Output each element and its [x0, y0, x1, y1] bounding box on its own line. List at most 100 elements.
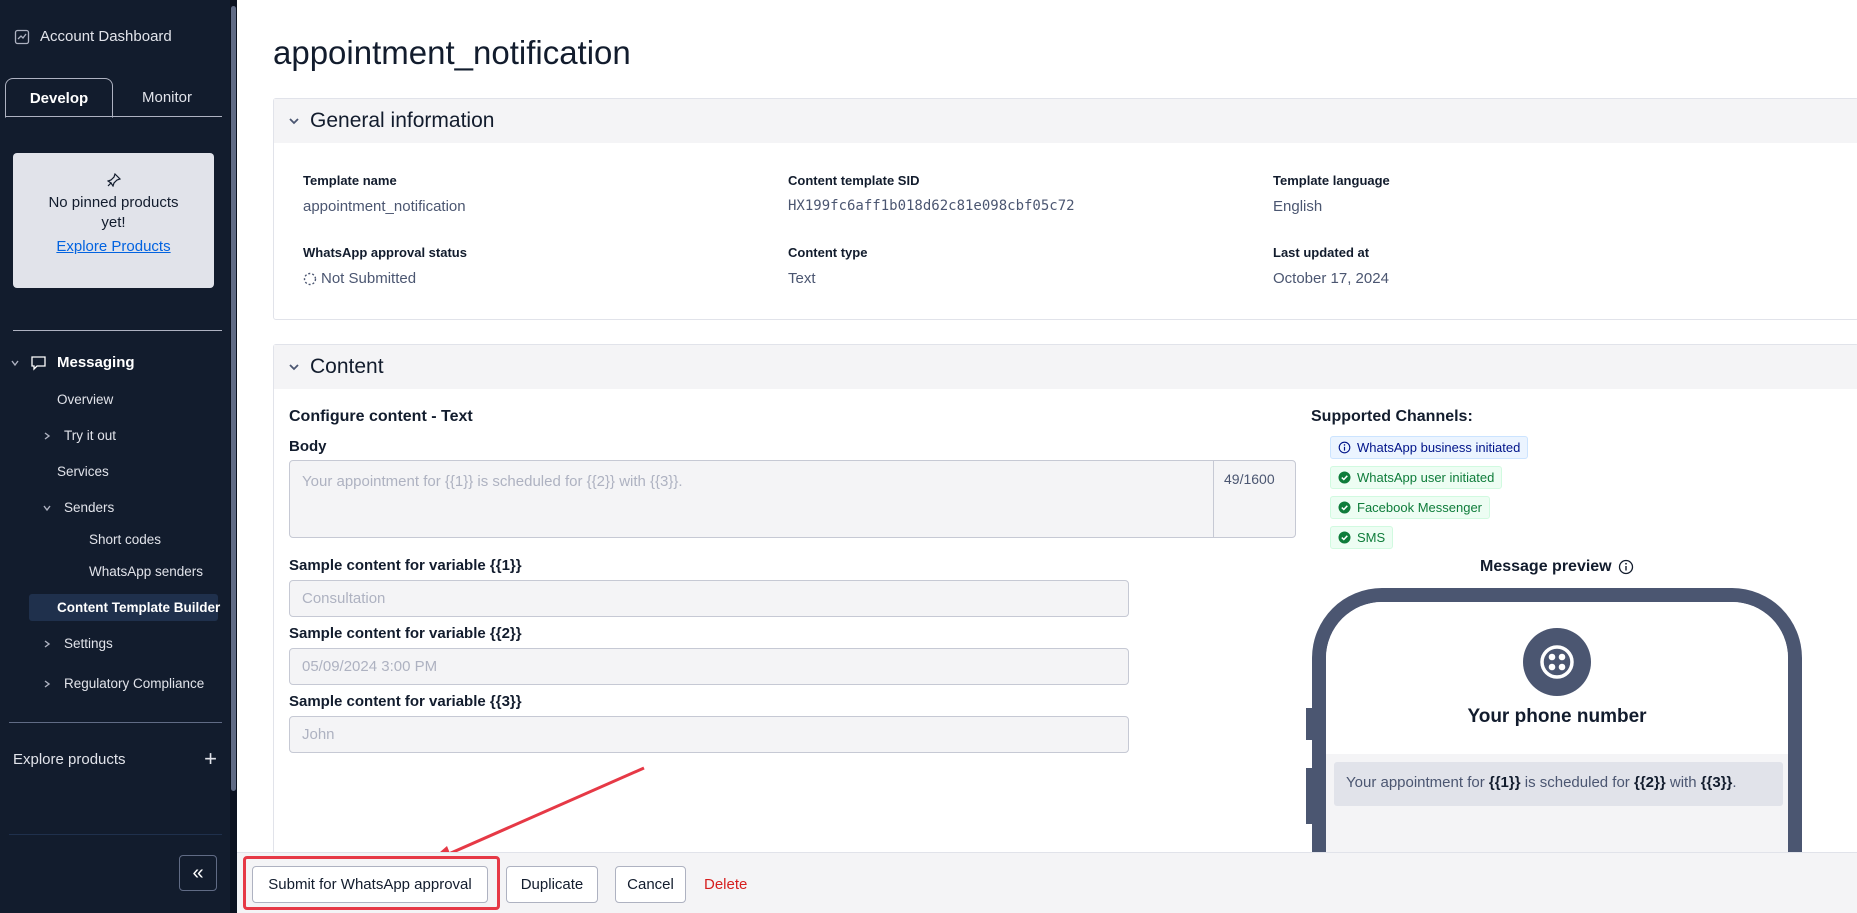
sidebar-item-short-codes[interactable]: Short codes	[89, 532, 161, 547]
sidebar-item-settings[interactable]: Settings	[42, 636, 113, 651]
info-icon[interactable]	[1618, 559, 1634, 575]
main-content: appointment_notification General informa…	[237, 0, 1857, 913]
check-circle-icon	[1338, 531, 1351, 544]
channel-badge-facebook-messenger: Facebook Messenger	[1330, 496, 1491, 519]
body-label: Body	[289, 438, 327, 455]
message-text: is scheduled for	[1520, 774, 1634, 791]
sidebar-scrollbar[interactable]	[230, 0, 237, 913]
variable-3-label: Sample content for variable {{3}}	[289, 693, 522, 710]
twilio-logo-icon	[1523, 628, 1591, 696]
sidebar-item-whatsapp-senders[interactable]: WhatsApp senders	[89, 564, 203, 579]
sidebar-divider	[13, 330, 222, 331]
sidebar-item-content-template-builder[interactable]: Content Template Builder	[57, 600, 220, 615]
chevron-right-icon	[44, 679, 51, 688]
variable-1-input[interactable]: Consultation	[289, 580, 1129, 617]
sidebar: Account Dashboard Develop Monitor No pin…	[0, 0, 237, 913]
cancel-button[interactable]: Cancel	[615, 866, 686, 903]
sidebar-item-label: Senders	[64, 500, 115, 515]
page-title: appointment_notification	[273, 34, 631, 71]
content-header[interactable]: Content	[274, 345, 1857, 389]
channel-badge-whatsapp-business: WhatsApp business initiated	[1330, 436, 1529, 459]
pinned-empty-text-1: No pinned products	[48, 194, 179, 211]
message-preview-title: Message preview	[1480, 558, 1634, 576]
content-type-field: Content type Text	[788, 245, 867, 287]
variable-1-label: Sample content for variable {{1}}	[289, 557, 522, 574]
account-dashboard-link[interactable]: Account Dashboard	[14, 28, 172, 45]
variable-3-input[interactable]: John	[289, 716, 1129, 753]
channel-badge-label: WhatsApp business initiated	[1357, 440, 1521, 455]
check-circle-icon	[1338, 501, 1351, 514]
template-name-value: appointment_notification	[303, 198, 466, 215]
check-circle-icon	[1338, 471, 1351, 484]
highlight-box	[243, 856, 500, 910]
content-sid-label: Content template SID	[788, 173, 920, 188]
body-textarea[interactable]: Your appointment for {{1}} is scheduled …	[289, 460, 1296, 538]
message-text: .	[1732, 774, 1737, 791]
chevron-down-icon	[289, 364, 299, 371]
general-information-heading: General information	[310, 109, 495, 132]
supported-channels-title: Supported Channels:	[1311, 408, 1473, 425]
phone-number-label: Your phone number	[1467, 706, 1647, 727]
approval-status-field: WhatsApp approval status Not Submitted	[303, 245, 467, 287]
approval-status-value-row: Not Submitted	[303, 270, 467, 287]
approval-status-label: WhatsApp approval status	[303, 245, 467, 260]
template-language-value: English	[1273, 198, 1323, 215]
template-name-field: Template name appointment_notification	[303, 173, 466, 215]
explore-products-label: Explore products	[13, 750, 126, 768]
content-sid-value: HX199fc6aff1b018d62c81e098cbf05c72	[788, 198, 1075, 214]
sidebar-item-senders[interactable]: Senders	[42, 500, 114, 515]
chevron-right-icon	[44, 639, 51, 648]
template-language-label: Template language	[1273, 173, 1390, 188]
variable-2-label: Sample content for variable {{2}}	[289, 625, 522, 642]
template-language-field: Template language English	[1273, 173, 1390, 215]
channel-badge-label: WhatsApp user initiated	[1357, 470, 1495, 485]
explore-products-link[interactable]: Explore Products	[13, 237, 214, 257]
scrollbar-thumb[interactable]	[231, 6, 236, 791]
body-char-count: 49/1600	[1213, 461, 1295, 537]
message-preview-label: Message preview	[1480, 558, 1612, 575]
message-text: Your appointment for	[1346, 774, 1489, 791]
duplicate-button[interactable]: Duplicate	[506, 866, 598, 903]
plus-icon[interactable]: +	[204, 746, 217, 772]
collapse-sidebar-button[interactable]: «	[179, 855, 217, 891]
sidebar-item-try-it-out[interactable]: Try it out	[42, 428, 116, 443]
sidebar-divider	[9, 834, 222, 835]
pending-status-icon	[303, 272, 317, 285]
sidebar-item-label: Regulatory Compliance	[64, 676, 205, 691]
sidebar-item-label: Settings	[64, 636, 113, 651]
general-information-card: General information Template name appoin…	[273, 98, 1857, 320]
variable-2-input[interactable]: 05/09/2024 3:00 PM	[289, 648, 1129, 685]
delete-button[interactable]: Delete	[704, 866, 747, 903]
sidebar-item-label: Try it out	[64, 428, 117, 443]
template-name-label: Template name	[303, 173, 397, 188]
content-type-value: Text	[788, 270, 816, 287]
last-updated-field: Last updated at October 17, 2024	[1273, 245, 1389, 287]
message-variable-2: {{2}}	[1633, 774, 1666, 791]
message-variable-1: {{1}}	[1488, 774, 1521, 791]
chevron-down-icon	[43, 505, 51, 511]
general-information-header[interactable]: General information	[274, 99, 1857, 143]
phone-preview: Your phone number Your appointment for {…	[1312, 588, 1802, 888]
message-text: with	[1665, 774, 1701, 791]
channel-badge-label: SMS	[1357, 530, 1386, 545]
pinned-empty-text-2: yet!	[101, 214, 126, 231]
sidebar-item-regulatory-compliance[interactable]: Regulatory Compliance	[42, 676, 204, 691]
phone-header: Your phone number	[1326, 602, 1788, 754]
sidebar-item-services[interactable]: Services	[57, 464, 109, 479]
tab-develop[interactable]: Develop	[5, 78, 113, 118]
sidebar-item-messaging[interactable]: Messaging	[10, 354, 135, 371]
sidebar-item-overview[interactable]: Overview	[57, 392, 113, 407]
chevron-down-icon	[11, 360, 19, 366]
configure-content-title: Configure content - Text	[289, 408, 473, 425]
last-updated-label: Last updated at	[1273, 245, 1370, 260]
info-icon	[1338, 441, 1351, 454]
sidebar-tabs: Develop Monitor	[5, 78, 222, 118]
channel-badge-whatsapp-user: WhatsApp user initiated	[1330, 466, 1503, 489]
channel-badge-sms: SMS	[1330, 526, 1394, 549]
approval-status-value: Not Submitted	[321, 270, 417, 287]
tab-monitor[interactable]: Monitor	[113, 78, 221, 117]
pinned-products-panel: No pinned products yet! Explore Products	[13, 153, 214, 288]
pin-icon	[106, 173, 121, 187]
message-bubble: Your appointment for {{1}} is scheduled …	[1334, 762, 1783, 806]
explore-products-row[interactable]: Explore products +	[13, 746, 217, 772]
